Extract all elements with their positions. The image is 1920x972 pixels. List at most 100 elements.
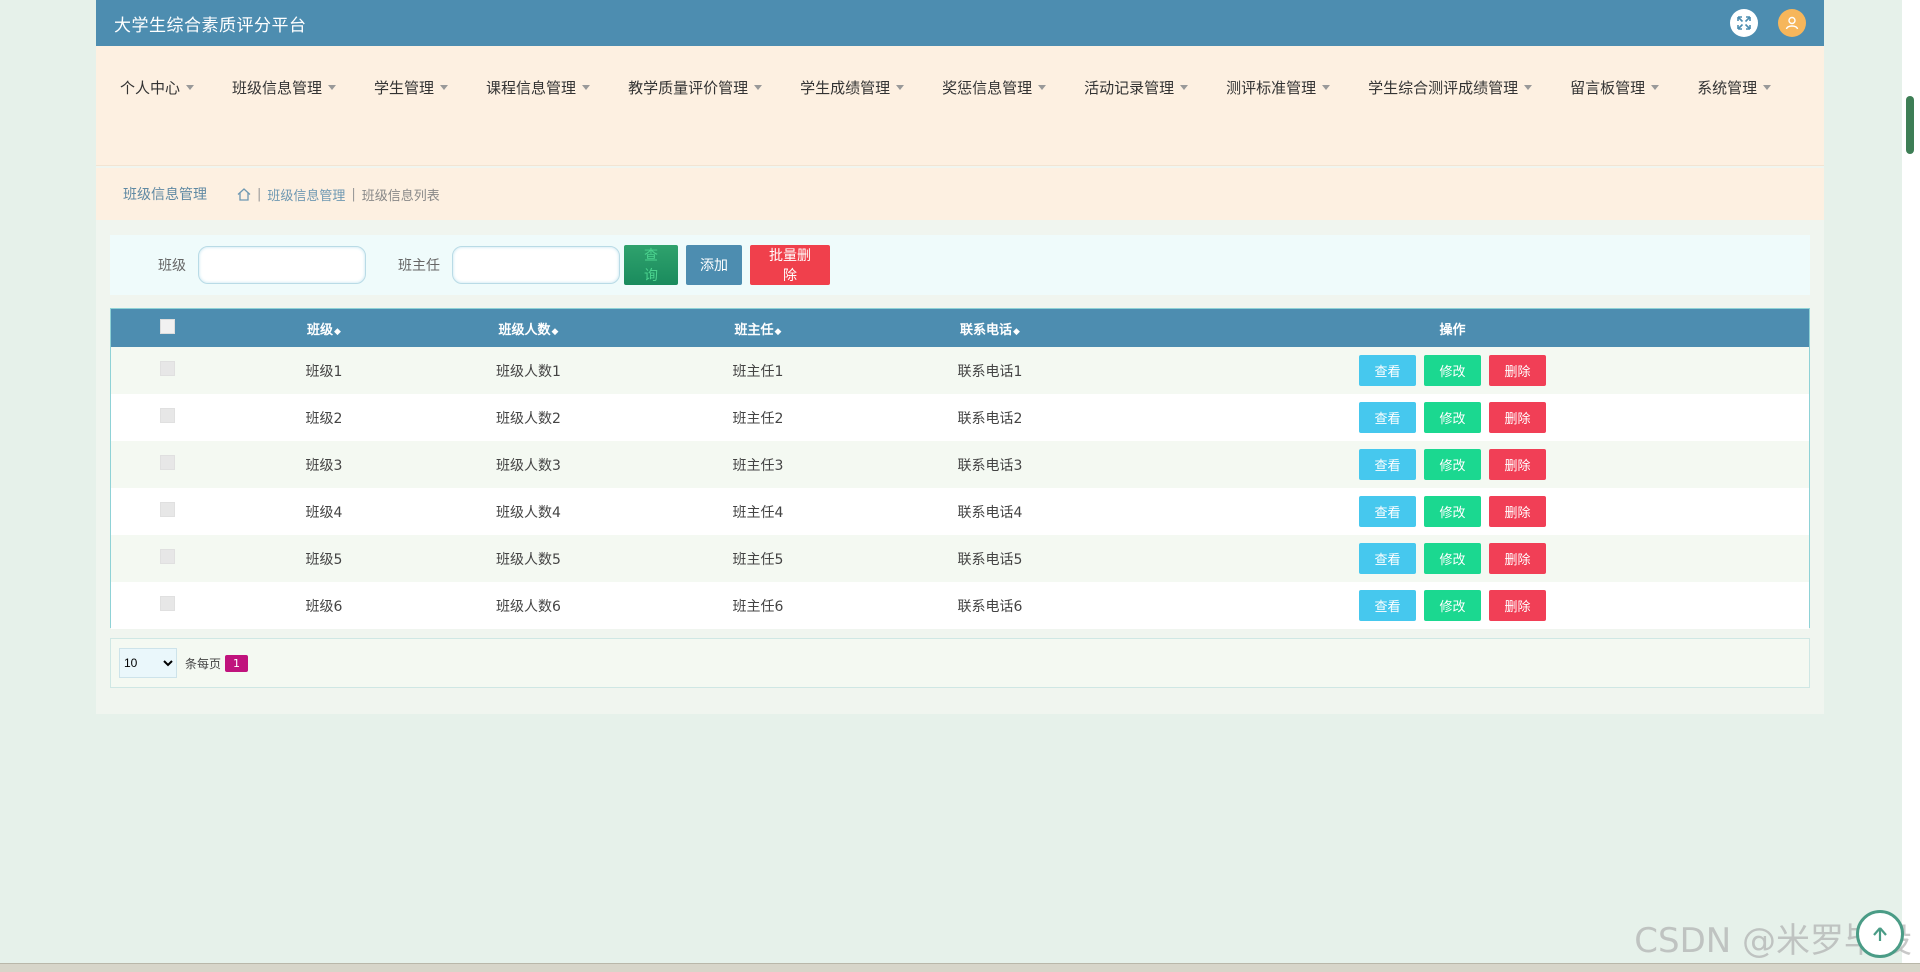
view-button[interactable]: 查看	[1359, 543, 1416, 574]
caret-down-icon	[896, 84, 905, 90]
table-row: 班级4 班级人数4 班主任4 联系电话4 查看 修改 删除	[111, 488, 1809, 535]
cell-phone: 联系电话1	[957, 363, 1023, 380]
select-all-checkbox[interactable]	[159, 318, 175, 334]
edit-button[interactable]: 修改	[1424, 496, 1481, 527]
menu-item-comprehensive-scores[interactable]: 学生综合测评成绩管理	[1368, 72, 1533, 102]
batch-delete-button[interactable]: 批量删除	[750, 245, 830, 285]
edit-button[interactable]: 修改	[1424, 402, 1481, 433]
delete-button[interactable]: 删除	[1489, 590, 1546, 621]
cell-teacher: 班主任3	[732, 457, 784, 474]
view-button[interactable]: 查看	[1359, 496, 1416, 527]
sort-icon: ◆	[774, 326, 782, 337]
page-number-button[interactable]: 1	[225, 654, 249, 672]
menu-item-message-board[interactable]: 留言板管理	[1570, 72, 1660, 102]
menu-item-scores[interactable]: 学生成绩管理	[800, 72, 905, 102]
row-checkbox[interactable]	[159, 408, 175, 423]
caret-down-icon	[582, 84, 591, 90]
cell-phone: 联系电话4	[957, 504, 1023, 521]
edit-button[interactable]: 修改	[1424, 449, 1481, 480]
cell-phone: 联系电话6	[957, 598, 1023, 615]
cell-teacher: 班主任6	[732, 598, 784, 615]
table-row: 班级5 班级人数5 班主任5 联系电话5 查看 修改 删除	[111, 535, 1809, 582]
fullscreen-button[interactable]	[1730, 9, 1758, 37]
caret-down-icon	[1322, 84, 1331, 90]
menu-item-personal-center[interactable]: 个人中心	[120, 72, 195, 102]
caret-down-icon	[1524, 84, 1533, 90]
row-checkbox[interactable]	[159, 502, 175, 517]
table-header-row: 班级◆ 班级人数◆ 班主任◆ 联系电话◆ 操作	[111, 309, 1809, 347]
menu-item-activities[interactable]: 活动记录管理	[1084, 72, 1189, 102]
cell-count: 班级人数3	[496, 457, 561, 474]
cell-phone: 联系电话5	[957, 551, 1023, 568]
menu-item-students[interactable]: 学生管理	[374, 72, 449, 102]
scrollbar-thumb[interactable]	[1906, 96, 1914, 154]
breadcrumb-item[interactable]: 班级信息管理	[267, 185, 345, 204]
class-label: 班级	[158, 258, 186, 274]
view-button[interactable]: 查看	[1359, 402, 1416, 433]
table-row: 班级6 班级人数6 班主任6 联系电话6 查看 修改 删除	[111, 582, 1809, 629]
cell-teacher: 班主任2	[732, 410, 784, 427]
search-button[interactable]: 查询	[624, 245, 678, 285]
expand-icon	[1737, 16, 1751, 30]
column-header-count[interactable]: 班级人数◆	[425, 309, 632, 347]
delete-button[interactable]: 删除	[1489, 543, 1546, 574]
menu-item-label: 教学质量评价管理	[628, 78, 749, 97]
row-checkbox[interactable]	[159, 549, 175, 564]
vertical-scrollbar[interactable]	[1902, 0, 1920, 972]
add-button[interactable]: 添加	[686, 245, 742, 285]
menu-item-teaching-evaluation[interactable]: 教学质量评价管理	[628, 72, 763, 102]
column-header-teacher[interactable]: 班主任◆	[632, 309, 884, 347]
row-checkbox[interactable]	[159, 455, 175, 470]
delete-button[interactable]: 删除	[1489, 496, 1546, 527]
caret-down-icon	[1651, 84, 1660, 90]
class-search-input[interactable]	[198, 246, 366, 284]
menu-item-label: 课程信息管理	[486, 78, 577, 97]
menu-item-standards[interactable]: 测评标准管理	[1226, 72, 1331, 102]
caret-down-icon	[1038, 84, 1047, 90]
table-row: 班级2 班级人数2 班主任2 联系电话2 查看 修改 删除	[111, 394, 1809, 441]
teacher-label: 班主任	[398, 258, 440, 274]
back-to-top-button[interactable]	[1856, 910, 1904, 958]
column-header-label: 联系电话	[960, 322, 1013, 338]
delete-button[interactable]: 删除	[1489, 449, 1546, 480]
delete-button[interactable]: 删除	[1489, 402, 1546, 433]
caret-down-icon	[1763, 84, 1772, 90]
edit-button[interactable]: 修改	[1424, 543, 1481, 574]
column-header-class[interactable]: 班级◆	[223, 309, 425, 347]
breadcrumb-item: 班级信息列表	[361, 188, 440, 204]
row-checkbox[interactable]	[159, 596, 175, 611]
table-row: 班级3 班级人数3 班主任3 联系电话3 查看 修改 删除	[111, 441, 1809, 488]
page-size-select[interactable]: 10	[119, 648, 177, 678]
cell-class: 班级5	[305, 551, 343, 568]
delete-button[interactable]: 删除	[1489, 355, 1546, 386]
menu-item-class-info[interactable]: 班级信息管理	[232, 72, 337, 102]
menu-item-courses[interactable]: 课程信息管理	[486, 72, 591, 102]
main-menu: 个人中心 班级信息管理 学生管理 课程信息管理 教学质量评价管理 学生成绩管理 …	[96, 46, 1824, 166]
menu-item-rewards[interactable]: 奖惩信息管理	[942, 72, 1047, 102]
row-checkbox[interactable]	[159, 361, 175, 376]
menu-item-label: 班级信息管理	[232, 78, 323, 97]
cell-count: 班级人数6	[496, 598, 561, 615]
column-header-phone[interactable]: 联系电话◆	[884, 309, 1096, 347]
edit-button[interactable]: 修改	[1424, 355, 1481, 386]
cell-class: 班级3	[305, 457, 343, 474]
teacher-search-input[interactable]	[452, 246, 620, 284]
breadcrumb: | 班级信息管理 | 班级信息列表	[237, 185, 440, 204]
view-button[interactable]: 查看	[1359, 449, 1416, 480]
cell-count: 班级人数2	[496, 410, 561, 427]
class-table: 班级◆ 班级人数◆ 班主任◆ 联系电话◆ 操作 班级1 班级人数1 班主任1 联…	[110, 308, 1810, 629]
menu-item-system[interactable]: 系统管理	[1697, 72, 1772, 102]
view-button[interactable]: 查看	[1359, 355, 1416, 386]
menu-item-label: 测评标准管理	[1226, 78, 1317, 97]
cell-count: 班级人数4	[496, 504, 561, 521]
per-page-label: 条每页	[185, 656, 222, 671]
menu-item-label: 留言板管理	[1570, 78, 1646, 97]
caret-down-icon	[754, 84, 763, 90]
arrow-up-icon	[1873, 927, 1887, 941]
edit-button[interactable]: 修改	[1424, 590, 1481, 621]
user-avatar-button[interactable]	[1778, 9, 1806, 37]
home-icon[interactable]	[237, 187, 251, 201]
cell-teacher: 班主任5	[732, 551, 784, 568]
view-button[interactable]: 查看	[1359, 590, 1416, 621]
select-all-cell	[111, 309, 223, 347]
